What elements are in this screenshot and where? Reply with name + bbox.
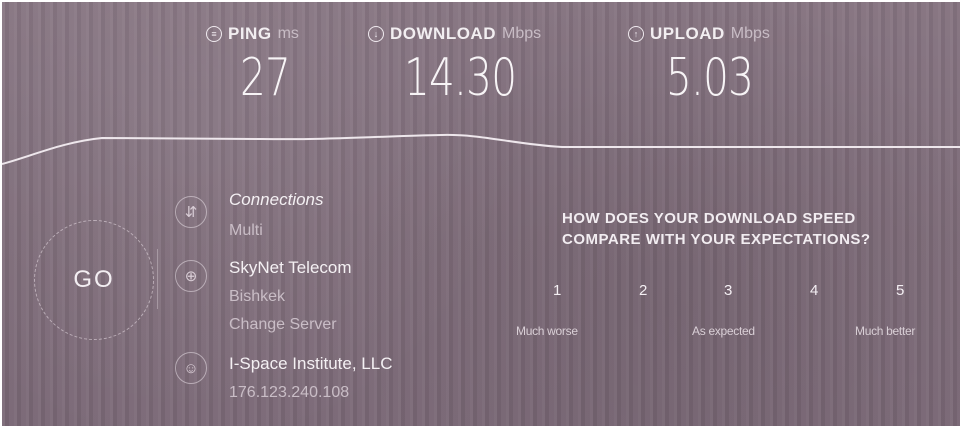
survey-question: HOW DOES YOUR DOWNLOAD SPEED COMPARE WIT… — [562, 208, 907, 250]
ping-value: 27 — [240, 48, 291, 108]
speed-graph-line — [2, 133, 960, 165]
upload-header: ↑ UPLOAD Mbps — [628, 24, 770, 44]
rating-2[interactable]: 2 — [639, 282, 647, 299]
go-button[interactable]: GO — [34, 220, 154, 340]
download-header: ↓ DOWNLOAD Mbps — [368, 24, 541, 44]
survey-question-line1: HOW DOES YOUR DOWNLOAD SPEED — [562, 210, 856, 227]
ping-header: ≡ PING ms — [206, 24, 299, 44]
rating-caption-mid: As expected — [692, 324, 755, 338]
download-value: 14.30 — [404, 48, 517, 108]
speedtest-result-panel: ≡ PING ms 27 ↓ DOWNLOAD Mbps 14.30 ↑ UPL… — [2, 2, 960, 426]
upload-unit: Mbps — [730, 25, 770, 42]
ping-icon: ≡ — [206, 26, 222, 42]
server-city: Bishkek — [229, 288, 286, 305]
rating-4[interactable]: 4 — [810, 282, 818, 299]
download-unit: Mbps — [501, 25, 542, 42]
speed-graph — [2, 133, 960, 165]
rating-caption-high: Much better — [855, 324, 916, 338]
connections-title: Connections — [229, 190, 324, 209]
user-icon: ☺ — [175, 352, 207, 384]
change-server-link[interactable]: Change Server — [229, 316, 337, 334]
server-provider: SkyNet Telecom — [229, 258, 352, 277]
survey-question-line2: COMPARE WITH YOUR EXPECTATIONS? — [562, 231, 871, 248]
rating-3[interactable]: 3 — [724, 282, 732, 299]
ping-label: PING — [228, 24, 272, 43]
globe-icon: ⊕ — [175, 260, 207, 292]
download-arrow-icon: ↓ — [368, 26, 384, 42]
upload-arrow-icon: ↑ — [628, 26, 644, 42]
ping-unit: ms — [277, 25, 299, 42]
client-ip: 176.123.240.108 — [229, 384, 350, 401]
rating-1[interactable]: 1 — [553, 282, 561, 299]
go-label: GO — [73, 266, 115, 293]
rating-5[interactable]: 5 — [896, 282, 904, 299]
rating-caption-low: Much worse — [516, 324, 578, 338]
download-label: DOWNLOAD — [390, 24, 496, 43]
connections-value: Multi — [229, 222, 263, 239]
upload-value: 5.03 — [666, 48, 754, 108]
go-divider — [157, 249, 158, 309]
upload-label: UPLOAD — [650, 24, 725, 43]
connections-icon: ⇵ — [175, 196, 207, 228]
client-isp: I-Space Institute, LLC — [229, 354, 393, 373]
